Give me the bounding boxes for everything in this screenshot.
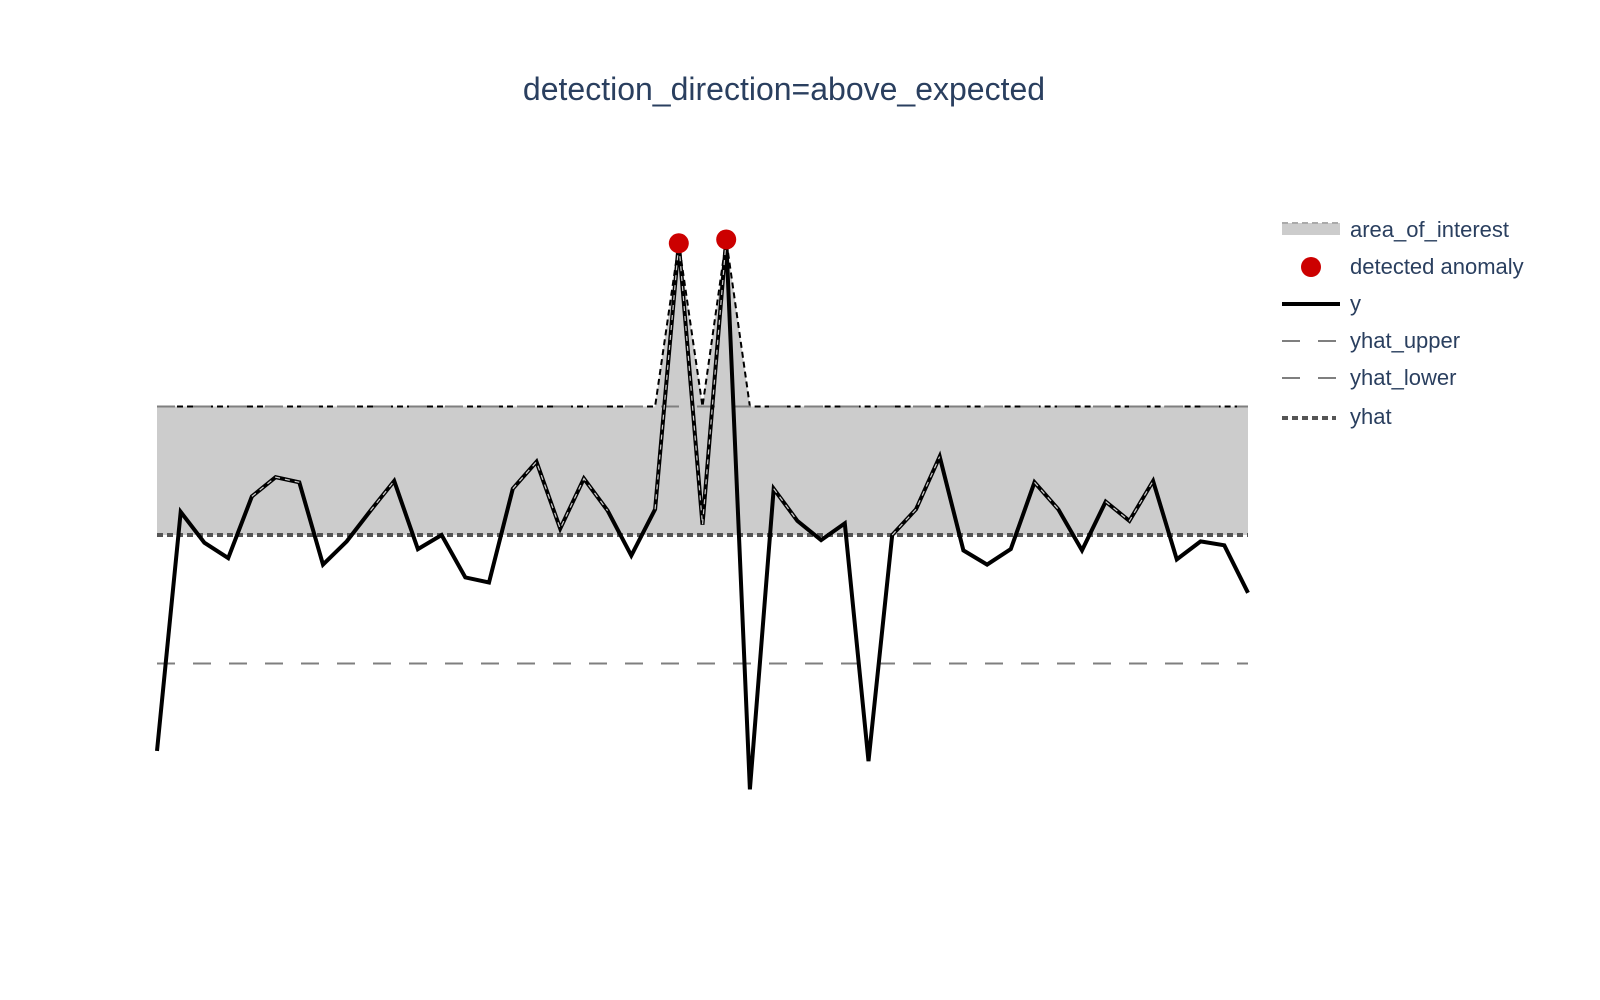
legend-label-yhat[interactable]: yhat — [1350, 404, 1392, 429]
legend-label-yhat-lower[interactable]: yhat_lower — [1350, 365, 1456, 390]
area-of-interest-border — [157, 239, 1248, 408]
legend-label-yhat-upper[interactable]: yhat_upper — [1350, 328, 1460, 353]
legend-label-area-of-interest[interactable]: area_of_interest — [1350, 217, 1509, 242]
chart: detection_direction=above_expected area_… — [155, 71, 1524, 790]
legend: area_of_interest detected anomaly y yhat… — [1282, 217, 1524, 429]
legend-red-dot-icon — [1301, 257, 1321, 277]
plot-area — [155, 229, 1250, 790]
legend-area-swatch-icon — [1282, 223, 1340, 235]
chart-title: detection_direction=above_expected — [523, 71, 1045, 107]
anomaly-marker — [716, 229, 737, 250]
legend-label-detected-anomaly[interactable]: detected anomaly — [1350, 254, 1524, 279]
legend-label-y[interactable]: y — [1350, 291, 1361, 316]
area-of-interest — [157, 239, 1248, 535]
anomaly-marker — [668, 233, 689, 254]
